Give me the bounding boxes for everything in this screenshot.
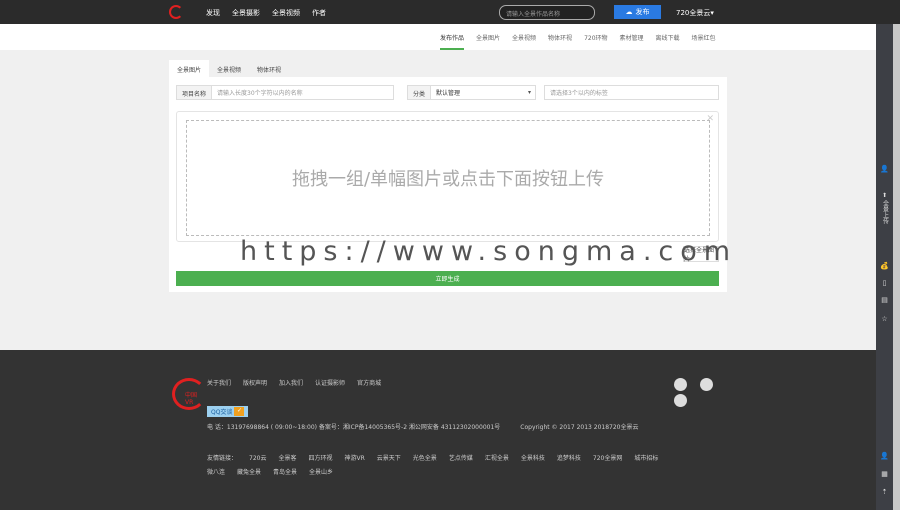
qr-code-icon[interactable]: ▦ [876, 470, 893, 478]
friend-link[interactable]: 神游VR [345, 453, 365, 462]
upload-icon: ⬆ [881, 192, 888, 199]
friend-link[interactable]: 720全景网 [593, 453, 622, 462]
sub-nav-bar: 发布作品 全景图片 全景视频 物体环视 720环物 素材管理 离线下载 场景红包 [0, 24, 876, 50]
friend-link[interactable]: 720云 [249, 453, 266, 462]
friend-link[interactable]: 微八连 [207, 467, 225, 476]
right-sidebar: 👤 ⬆ 全景上传 💰 ▯ ▤ ☆ 👤 ▦ ⇡ [876, 24, 893, 510]
footer-link[interactable]: 版权声明 [243, 378, 267, 387]
wechat-icon[interactable] [674, 378, 687, 391]
tab-panorama-image[interactable]: 全景图片 [169, 60, 210, 77]
money-bag-icon[interactable]: 💰 [876, 262, 893, 270]
friend-link[interactable]: 光色全景 [413, 453, 437, 462]
account-menu[interactable]: 720全景云▾ [676, 8, 714, 18]
qq-chat-button[interactable]: QQ交谈 ✓ [207, 406, 249, 417]
subnav-item[interactable]: 全景图片 [476, 33, 500, 50]
friend-link[interactable]: 全景科技 [521, 453, 545, 462]
friend-link[interactable]: 汇视全景 [485, 453, 509, 462]
star-frame-icon[interactable]: ☆ [876, 315, 893, 323]
watermark: https://www.songma.com [240, 236, 738, 267]
copyright: Copyright © 2017 2013 2018720全景云 [520, 424, 639, 431]
friend-link[interactable]: 追梦科技 [557, 453, 581, 462]
film-icon[interactable]: ▤ [876, 296, 893, 304]
footer-link[interactable]: 官方商城 [357, 378, 381, 387]
subnav-item[interactable]: 发布作品 [440, 33, 465, 50]
main-nav: 发现 全景摄影 全景视频 作者 [206, 8, 326, 18]
customer-service-icon[interactable]: 👤 [876, 452, 893, 460]
footer-link[interactable]: 认证摄影师 [315, 378, 345, 387]
footer-link[interactable]: 关于我们 [207, 378, 231, 387]
friend-link[interactable]: 青岛全景 [273, 467, 297, 476]
friend-link[interactable]: 艺点传媒 [449, 453, 473, 462]
friend-link[interactable]: 四方环视 [308, 453, 332, 462]
scrollbar[interactable] [893, 24, 900, 510]
category-select[interactable]: 分类 默认管理 ▾ [407, 85, 536, 100]
top-bar: 发现 全景摄影 全景视频 作者 请输入全景作品名称 ☁ 发布 720全景云▾ [0, 0, 900, 24]
upload-area[interactable]: 拖拽一组/单幅图片或点击下面按钮上传 ✕ [176, 111, 719, 242]
search-input[interactable]: 请输入全景作品名称 [499, 5, 595, 20]
friend-link[interactable]: 云景天下 [377, 453, 401, 462]
friend-link[interactable]: 全景客 [278, 453, 296, 462]
dropdown-arrow-icon: ▾ [527, 89, 531, 96]
contact-info: 电 话：13197698864 ( 09:00~18:00) 备案号：湘ICP备… [207, 424, 501, 431]
footer-logo: 中国VR [172, 378, 206, 410]
friend-link[interactable]: 藏兔全景 [237, 467, 261, 476]
friend-link[interactable]: 全景山乡 [309, 467, 333, 476]
subnav-item[interactable]: 离线下载 [656, 33, 680, 50]
document-icon[interactable]: ▯ [876, 279, 893, 287]
upload-panorama-button[interactable]: ⬆ 全景上传 [876, 192, 893, 227]
footer: 中国VR 关于我们 版权声明 加入我们 认证摄影师 官方商城 QQ交谈 ✓ 电 话… [0, 350, 876, 510]
logo[interactable] [169, 5, 183, 19]
nav-item[interactable]: 全景视频 [272, 8, 300, 18]
subnav-item[interactable]: 场景红包 [692, 33, 716, 50]
check-icon: ✓ [234, 407, 245, 416]
nav-item[interactable]: 发现 [206, 8, 220, 18]
nav-item[interactable]: 全景摄影 [232, 8, 260, 18]
nav-item[interactable]: 作者 [312, 8, 326, 18]
subnav-item[interactable]: 素材管理 [620, 33, 644, 50]
tags-input[interactable]: 请选择3个以内的标签 [544, 85, 719, 100]
drop-zone[interactable]: 拖拽一组/单幅图片或点击下面按钮上传 [186, 120, 710, 236]
friend-link[interactable]: 城市招标 [634, 453, 658, 462]
qq-icon[interactable] [674, 394, 687, 407]
subnav-item[interactable]: 物体环视 [548, 33, 572, 50]
project-name-field[interactable]: 项目名称 请输入长度30个字符以内的名称 [176, 85, 394, 100]
cloud-upload-icon: ☁ [625, 8, 633, 16]
tab-object-view[interactable]: 物体环视 [249, 60, 289, 77]
subnav-item[interactable]: 全景视频 [512, 33, 536, 50]
user-icon[interactable]: 👤 [876, 165, 893, 173]
subnav-item[interactable]: 720环物 [584, 33, 607, 50]
publish-button[interactable]: ☁ 发布 [614, 5, 661, 19]
weibo-icon[interactable] [700, 378, 713, 391]
tab-panorama-video[interactable]: 全景视频 [209, 60, 249, 77]
back-to-top-icon[interactable]: ⇡ [876, 488, 893, 496]
generate-button[interactable]: 立即生成 [176, 271, 719, 286]
footer-link[interactable]: 加入我们 [279, 378, 303, 387]
close-icon[interactable]: ✕ [706, 114, 714, 124]
